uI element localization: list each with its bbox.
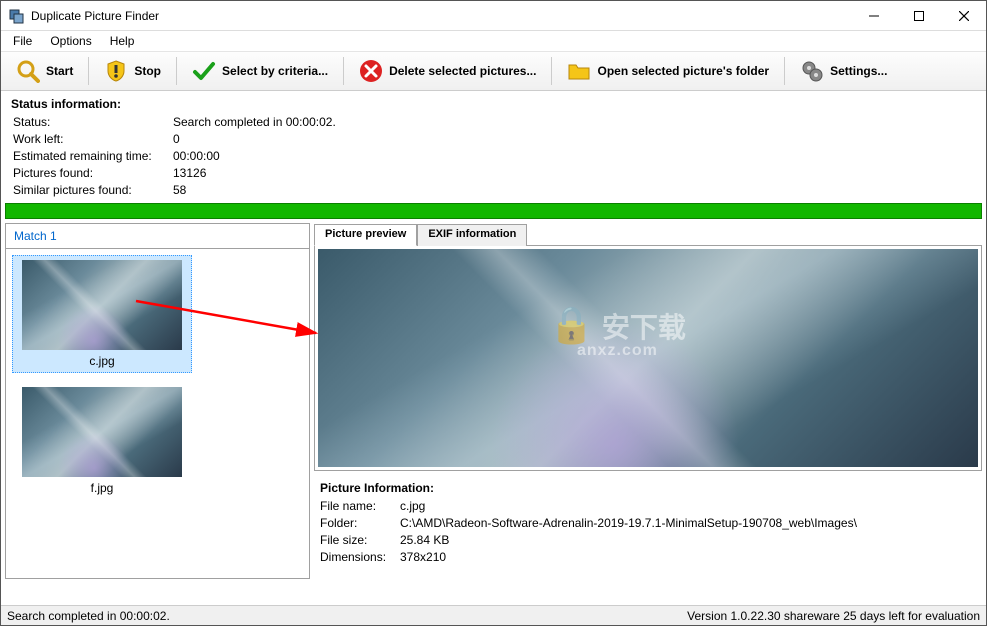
dimensions-label: Dimensions: <box>320 550 400 564</box>
thumbnail-image <box>22 260 182 350</box>
toolbar-separator <box>343 57 344 85</box>
thumbnail-label: c.jpg <box>89 354 114 368</box>
toolbar-separator <box>176 57 177 85</box>
menu-file[interactable]: File <box>5 32 40 50</box>
filename-label: File name: <box>320 499 400 513</box>
minimize-button[interactable] <box>851 1 896 30</box>
shield-stop-icon <box>104 59 128 83</box>
dimensions-value: 378x210 <box>400 550 976 564</box>
toolbar-separator <box>551 57 552 85</box>
menu-help[interactable]: Help <box>102 32 143 50</box>
stop-label: Stop <box>134 64 161 78</box>
menu-options[interactable]: Options <box>42 32 99 50</box>
filename-value: c.jpg <box>400 499 976 513</box>
similar-value: 58 <box>173 183 976 197</box>
right-column: Picture preview EXIF information 🔒安下载 an… <box>314 223 982 579</box>
thumbnail-label: f.jpg <box>91 481 114 495</box>
workleft-value: 0 <box>173 132 976 146</box>
window-title: Duplicate Picture Finder <box>31 9 851 23</box>
workleft-label: Work left: <box>13 132 173 146</box>
statusbar-right: Version 1.0.22.30 shareware 25 days left… <box>687 609 980 623</box>
filesize-label: File size: <box>320 533 400 547</box>
search-icon <box>16 59 40 83</box>
progress-bar <box>5 203 982 219</box>
match-item[interactable]: f.jpg <box>12 383 192 499</box>
start-label: Start <box>46 64 73 78</box>
status-title: Status information: <box>11 97 976 111</box>
eta-value: 00:00:00 <box>173 149 976 163</box>
tab-picture-preview[interactable]: Picture preview <box>314 224 417 246</box>
status-label: Status: <box>13 115 173 129</box>
found-value: 13126 <box>173 166 976 180</box>
match-item[interactable]: c.jpg <box>12 255 192 373</box>
menubar: File Options Help <box>1 31 986 51</box>
select-criteria-button[interactable]: Select by criteria... <box>183 54 337 88</box>
picture-info-section: Picture Information: File name: c.jpg Fo… <box>314 477 982 568</box>
window-controls <box>851 1 986 30</box>
preview-tabs: Picture preview EXIF information <box>314 223 982 245</box>
delete-button[interactable]: Delete selected pictures... <box>350 54 545 88</box>
start-button[interactable]: Start <box>7 54 82 88</box>
tab-exif[interactable]: EXIF information <box>417 224 527 246</box>
statusbar: Search completed in 00:00:02. Version 1.… <box>1 605 986 625</box>
watermark: 🔒安下载 anxz.com <box>549 304 686 360</box>
gear-icon <box>800 59 824 83</box>
found-label: Pictures found: <box>13 166 173 180</box>
open-folder-label: Open selected picture's folder <box>597 64 769 78</box>
similar-label: Similar pictures found: <box>13 183 173 197</box>
thumbnail-image <box>22 387 182 477</box>
status-section: Status information: Status: Search compl… <box>1 91 986 201</box>
statusbar-left: Search completed in 00:00:02. <box>7 609 170 623</box>
eta-label: Estimated remaining time: <box>13 149 173 163</box>
toolbar-separator <box>88 57 89 85</box>
delete-icon <box>359 59 383 83</box>
status-value: Search completed in 00:00:02. <box>173 115 976 129</box>
settings-button[interactable]: Settings... <box>791 54 896 88</box>
folder-value: C:\AMD\Radeon-Software-Adrenalin-2019-19… <box>400 516 976 530</box>
main-content: Match 1 c.jpg f.jpg Picture preview EXIF… <box>1 223 986 583</box>
app-icon <box>9 8 25 24</box>
match-tab[interactable]: Match 1 <box>6 224 309 249</box>
watermark-main: 安下载 <box>602 312 686 343</box>
preview-image: 🔒安下载 anxz.com <box>318 249 978 467</box>
stop-button[interactable]: Stop <box>95 54 170 88</box>
check-icon <box>192 59 216 83</box>
toolbar-separator <box>784 57 785 85</box>
lock-icon: 🔒 <box>549 304 594 346</box>
toolbar: Start Stop Select by criteria... Delete … <box>1 51 986 91</box>
folder-icon <box>567 59 591 83</box>
match-panel: Match 1 c.jpg f.jpg <box>5 223 310 579</box>
maximize-button[interactable] <box>896 1 941 30</box>
preview-box: 🔒安下载 anxz.com <box>314 245 982 471</box>
close-button[interactable] <box>941 1 986 30</box>
picture-info-title: Picture Information: <box>320 481 976 495</box>
delete-label: Delete selected pictures... <box>389 64 536 78</box>
folder-label: Folder: <box>320 516 400 530</box>
open-folder-button[interactable]: Open selected picture's folder <box>558 54 778 88</box>
select-criteria-label: Select by criteria... <box>222 64 328 78</box>
filesize-value: 25.84 KB <box>400 533 976 547</box>
titlebar: Duplicate Picture Finder <box>1 1 986 31</box>
settings-label: Settings... <box>830 64 887 78</box>
match-list[interactable]: c.jpg f.jpg <box>6 249 309 578</box>
